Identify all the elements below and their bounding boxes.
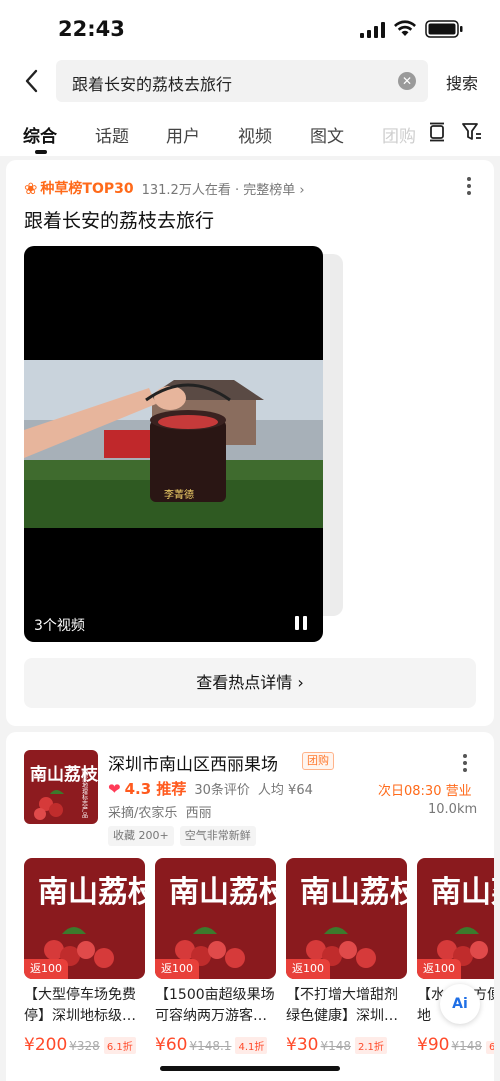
ranking-name: 种草榜TOP30 (40, 181, 134, 197)
cashback-badge: 返100 (155, 959, 199, 979)
original-price: ¥148 (451, 1039, 482, 1053)
heart-icon: ❤ (108, 779, 121, 798)
product-card[interactable]: 南山荔枝 返100 【大型停车场免费停】深圳地标级… ¥200 ¥328 6.1… (24, 858, 145, 1055)
ranking-header[interactable]: ❀ 种草榜TOP30 131.2万人在看 · 完整榜单 › (24, 178, 305, 198)
discount-badge: 4.1折 (235, 1037, 268, 1054)
shop-tags: 收藏 200+ 空气非常新鲜 (108, 826, 256, 846)
product-price: ¥30 (286, 1035, 319, 1055)
product-title: 【1500亩超级果场可容纳两万游客… (155, 987, 275, 1024)
layout-toggle-icon[interactable] (428, 122, 446, 142)
wifi-icon (394, 20, 416, 36)
status-time: 22:43 (58, 17, 125, 41)
search-button[interactable]: 搜索 (446, 70, 478, 94)
product-card[interactable]: 南山荔枝 返100 【1500亩超级果场可容纳两万游客… ¥60 ¥148.1 … (155, 858, 276, 1055)
tab-posts[interactable]: 图文 (310, 122, 344, 147)
search-header: 跟着长安的荔枝去旅行 ✕ 搜索 (0, 58, 500, 104)
home-indicator (160, 1066, 340, 1071)
shop-card: 南山荔枝 国家地理标志产品 深圳市南山区西丽果场 团购 ❤ 4.3 推荐 30条… (6, 732, 494, 1081)
price-row: ¥60 ¥148.1 4.1折 (155, 1035, 276, 1055)
status-bar: 22:43 (0, 0, 500, 58)
discount-badge: 6 (486, 1041, 494, 1054)
tab-videos[interactable]: 视频 (238, 122, 272, 147)
product-card[interactable]: 南山荔枝 返100 【水…设方便…圳地 ¥90 ¥148 6 (417, 858, 494, 1055)
price-row: ¥200 ¥328 6.1折 (24, 1035, 145, 1055)
ranking-meta[interactable]: 131.2万人在看 · 完整榜单 › (142, 179, 305, 198)
product-image-text: 南山荔枝 (431, 875, 494, 910)
back-arrow-icon[interactable] (20, 66, 44, 96)
product-image: 南山荔枝 返100 (286, 858, 407, 979)
cashback-badge: 返100 (24, 959, 68, 979)
video-frame-image: 李菁德 (24, 360, 323, 528)
category: 采摘/农家乐 (108, 806, 178, 821)
pause-icon[interactable] (295, 616, 307, 630)
active-tab-indicator (35, 150, 47, 154)
tag-feature: 空气非常新鲜 (179, 826, 256, 846)
cashback-badge: 返100 (417, 959, 461, 979)
shop-name[interactable]: 深圳市南山区西丽果场 (108, 750, 278, 775)
price-row: ¥90 ¥148 6 (417, 1035, 494, 1055)
tab-users[interactable]: 用户 (166, 122, 200, 147)
search-input[interactable]: 跟着长安的荔枝去旅行 ✕ (56, 60, 428, 102)
tab-group-buy[interactable]: 团购 (382, 122, 416, 147)
flower-icon: ❀ (24, 178, 38, 198)
battery-icon (425, 20, 463, 38)
price-row: ¥30 ¥148 2.1折 (286, 1035, 407, 1055)
product-price: ¥200 (24, 1035, 68, 1055)
product-title: 【大型停车场免费停】深圳地标级… (24, 987, 136, 1024)
product-image: 南山荔枝 返100 (155, 858, 276, 979)
original-price: ¥328 (69, 1039, 100, 1053)
open-time: 次日08:30 营业 (378, 784, 472, 799)
area: 西丽 (185, 806, 212, 821)
more-options-icon[interactable] (467, 177, 473, 198)
category-row: 采摘/农家乐 西丽 (108, 802, 212, 821)
rating-row: ❤ 4.3 推荐 30条评价 人均 ¥64 (108, 778, 313, 799)
search-query-text: 跟着长安的荔枝去旅行 (72, 75, 233, 94)
product-image-text: 南山荔枝 (169, 875, 276, 910)
more-options-icon[interactable] (463, 754, 469, 775)
result-tabs: 综合 话题 用户 视频 图文 团购 (0, 104, 500, 156)
product-image-text: 南山荔枝 (300, 875, 407, 910)
avg-price: 人均 ¥64 (257, 783, 313, 798)
tab-topics[interactable]: 话题 (95, 122, 129, 147)
product-price: ¥90 (417, 1035, 450, 1055)
video-overlay-text: 李菁德 (164, 488, 194, 501)
ranking-card: ❀ 种草榜TOP30 131.2万人在看 · 完整榜单 › 跟着长安的荔枝去旅行… (6, 160, 494, 726)
cashback-badge: 返100 (286, 959, 330, 979)
logo-text: 南山荔枝 (30, 764, 98, 785)
signal-icon (360, 22, 385, 38)
tag-favorites: 收藏 200+ (108, 826, 174, 846)
group-buy-badge: 团购 (302, 752, 334, 770)
shop-logo[interactable]: 南山荔枝 国家地理标志产品 (24, 750, 98, 824)
clear-icon[interactable]: ✕ (398, 72, 416, 90)
review-count[interactable]: 30条评价 (194, 779, 250, 798)
product-title: 【不打增大增甜剂绿色健康】深圳… (286, 987, 398, 1024)
product-image: 南山荔枝 返100 (417, 858, 494, 979)
distance: 10.0km (428, 802, 478, 817)
topic-title[interactable]: 跟着长安的荔枝去旅行 (24, 206, 214, 233)
product-image-text: 南山荔枝 (38, 875, 145, 910)
product-list: 南山荔枝 返100 【大型停车场免费停】深圳地标级… ¥200 ¥328 6.1… (24, 858, 494, 1078)
original-price: ¥148.1 (189, 1039, 232, 1053)
logo-subtext: 国家地理标志产品 (81, 770, 88, 819)
video-count: 3个视频 (34, 618, 85, 634)
discount-badge: 6.1折 (103, 1037, 136, 1054)
product-card[interactable]: 南山荔枝 返100 【不打增大增甜剂绿色健康】深圳… ¥30 ¥148 2.1折 (286, 858, 407, 1055)
product-image: 南山荔枝 返100 (24, 858, 145, 979)
product-price: ¥60 (155, 1035, 188, 1055)
rating: 4.3 推荐 (124, 780, 187, 798)
ai-assistant-button[interactable]: Ai (440, 984, 480, 1024)
hot-topic-details-button[interactable]: 查看热点详情 › (24, 658, 476, 708)
tab-all[interactable]: 综合 (23, 122, 57, 147)
filter-icon[interactable] (462, 122, 482, 142)
original-price: ¥148 (320, 1039, 351, 1053)
video-player[interactable]: 李菁德 3个视频 (24, 246, 323, 642)
discount-badge: 2.1折 (355, 1037, 387, 1054)
